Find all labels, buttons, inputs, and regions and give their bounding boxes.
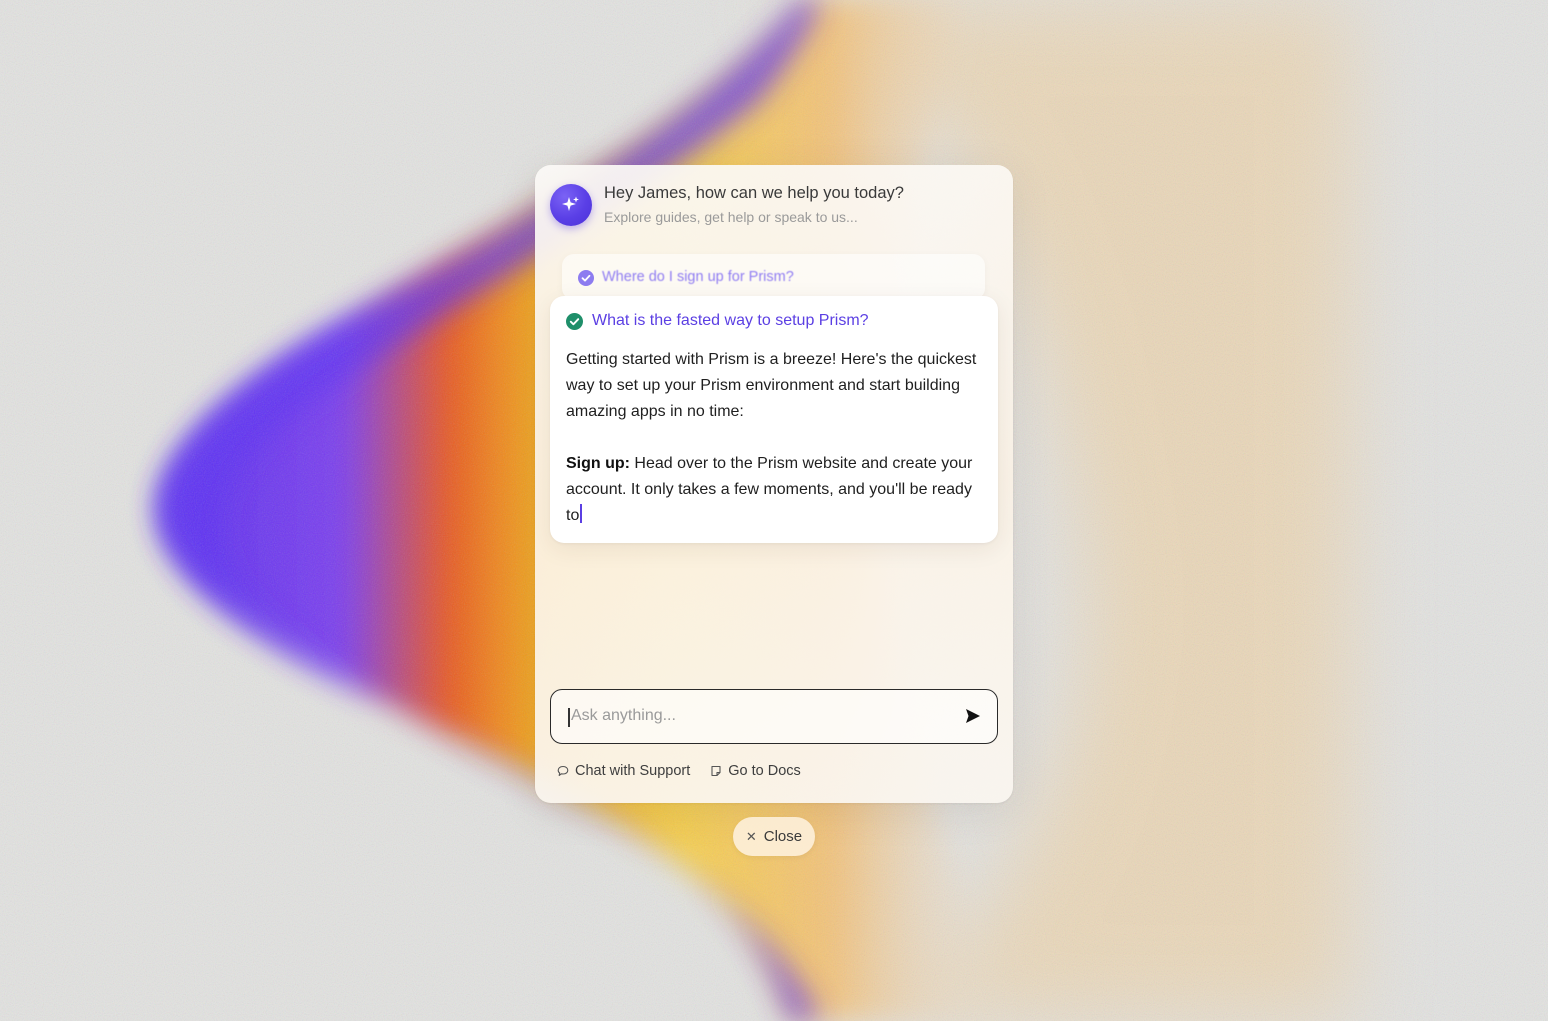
greeting-subtitle: Explore guides, get help or speak to us.… bbox=[604, 209, 858, 225]
answer-text: Getting started with Prism is a breeze! … bbox=[566, 347, 986, 529]
answer-step: Sign up: Head over to the Prism website … bbox=[566, 451, 986, 529]
send-button[interactable] bbox=[961, 704, 985, 728]
answer-step-label: Sign up: bbox=[566, 455, 630, 472]
go-to-docs-link[interactable]: Go to Docs bbox=[710, 763, 801, 779]
go-to-docs-label: Go to Docs bbox=[728, 763, 801, 779]
current-question: What is the fasted way to setup Prism? bbox=[592, 312, 869, 329]
greeting-title: Hey James, how can we help you today? bbox=[604, 184, 904, 202]
sparkle-icon bbox=[562, 196, 579, 211]
check-circle-icon bbox=[578, 270, 594, 286]
answer-intro: Getting started with Prism is a breeze! … bbox=[566, 351, 977, 420]
close-button[interactable]: ✕ Close bbox=[733, 817, 815, 856]
close-label: Close bbox=[763, 828, 803, 845]
send-icon bbox=[966, 709, 980, 723]
chat-with-support-label: Chat with Support bbox=[575, 763, 691, 779]
chat-with-support-link[interactable]: Chat with Support bbox=[557, 763, 690, 779]
chat-bubble-icon bbox=[557, 765, 569, 776]
assistant-avatar bbox=[550, 184, 592, 226]
footer-links: Chat with Support Go to Docs bbox=[557, 763, 801, 779]
ask-input[interactable] bbox=[567, 690, 941, 742]
ask-input-box[interactable] bbox=[550, 689, 998, 744]
previous-question-card[interactable]: Where do I sign up for Prism? bbox=[562, 254, 985, 300]
close-icon: ✕ bbox=[745, 828, 757, 844]
answer-card: What is the fasted way to setup Prism? G… bbox=[550, 296, 998, 543]
previous-question: Where do I sign up for Prism? bbox=[602, 269, 794, 285]
document-icon bbox=[711, 765, 721, 777]
typing-caret bbox=[580, 504, 583, 523]
check-circle-icon bbox=[566, 313, 583, 330]
assistant-panel: Hey James, how can we help you today? Ex… bbox=[535, 165, 1013, 803]
